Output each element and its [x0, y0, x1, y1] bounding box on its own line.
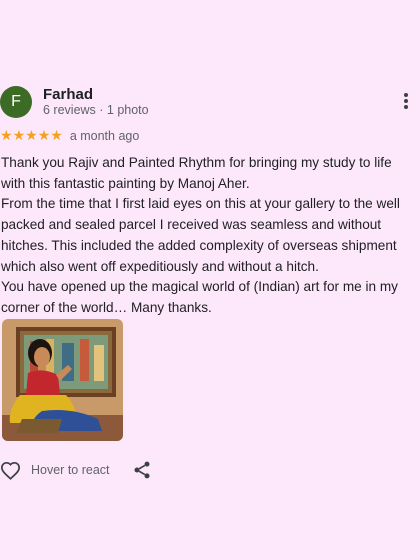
review-text: Thank you Rajiv and Painted Rhythm for b… [1, 153, 419, 319]
review-paragraph: From the time that I first laid eyes on … [1, 196, 400, 274]
review-photo[interactable] [2, 319, 123, 441]
react-button[interactable]: Hover to react [0, 458, 110, 482]
avatar[interactable]: F [0, 86, 32, 118]
review-date: a month ago [69, 129, 140, 143]
share-button[interactable] [132, 460, 152, 480]
star-icon: ★ [50, 128, 63, 144]
heart-outline-icon [0, 461, 21, 480]
review-paragraph: Thank you Rajiv and Painted Rhythm for b… [1, 155, 392, 191]
react-label: Hover to react [31, 463, 110, 477]
review-paragraph: You have opened up the magical world of … [1, 279, 398, 315]
star-icon: ★ [12, 128, 26, 144]
painting-thumbnail [2, 319, 123, 441]
star-icon: ★ [37, 128, 51, 144]
reviewer-meta: 6 reviews · 1 photo [43, 103, 149, 117]
reviewer-name[interactable]: Farhad [43, 86, 93, 103]
rating-row: ★ ★ ★ ★ ★ a month ago [0, 128, 139, 144]
star-icon: ★ [0, 128, 13, 144]
more-options-button[interactable] [398, 93, 414, 111]
star-icon: ★ [25, 128, 38, 144]
review-card: F Farhad 6 reviews · 1 photo ★ ★ ★ ★ ★ a… [0, 0, 420, 560]
share-icon [134, 461, 150, 479]
more-vertical-icon [404, 93, 408, 97]
